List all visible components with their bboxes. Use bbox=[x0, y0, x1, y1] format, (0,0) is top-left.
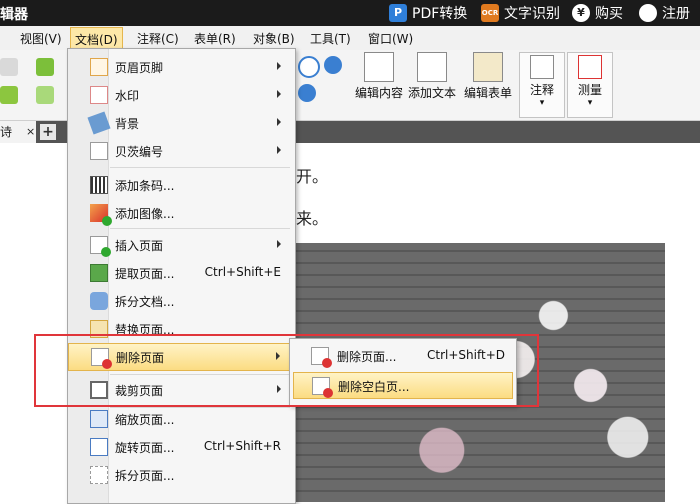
menu-comment[interactable]: 注释(C) bbox=[137, 30, 179, 47]
add-text-label: 添加文本 bbox=[407, 86, 456, 100]
menu-item-shortcut: Ctrl+Shift+E bbox=[204, 265, 281, 279]
comment-icon bbox=[530, 55, 554, 79]
plus-badge-icon bbox=[102, 216, 112, 226]
bates-number-icon bbox=[90, 142, 108, 160]
title-bar: 辑器 P PDF转换 OCR 文字识别 ¥ 购买 注册 bbox=[0, 0, 700, 26]
document-text-line: 来。 bbox=[296, 209, 329, 228]
menu-item-add-barcode[interactable]: 添加条码... bbox=[68, 172, 295, 198]
add-text-button[interactable]: 添加文本 bbox=[407, 52, 457, 101]
add-tab-button[interactable]: + bbox=[40, 124, 56, 140]
document-text-line: 开。 bbox=[296, 167, 329, 186]
measure-label: 测量 bbox=[577, 83, 602, 97]
comment-button[interactable]: 注释 ▾ bbox=[519, 52, 565, 118]
header-footer-icon bbox=[90, 58, 108, 76]
zoom-out-icon[interactable] bbox=[324, 56, 342, 74]
menu-tools[interactable]: 工具(T) bbox=[310, 30, 351, 47]
barcode-icon bbox=[90, 176, 108, 194]
yen-icon: ¥ bbox=[572, 4, 590, 22]
extract-page-icon bbox=[90, 264, 108, 282]
menu-item-add-image[interactable]: 添加图像... bbox=[68, 200, 295, 226]
list-icon[interactable] bbox=[0, 58, 18, 76]
ocr-button[interactable]: OCR 文字识别 bbox=[481, 2, 560, 24]
menu-item-header-footer[interactable]: 页眉页脚 bbox=[68, 54, 295, 80]
menu-object[interactable]: 对象(B) bbox=[253, 30, 295, 47]
document-menu: 页眉页脚 水印 背景 贝茨编号 添加条码... 添加图像... 插入页面 提取页… bbox=[67, 48, 296, 504]
menu-form[interactable]: 表单(R) bbox=[194, 30, 236, 47]
app-title: 辑器 bbox=[0, 7, 28, 23]
insert-page-icon bbox=[90, 236, 111, 257]
document-tab-label: 诗 bbox=[0, 125, 13, 139]
pdf-convert-label: PDF转换 bbox=[412, 6, 468, 22]
buy-button[interactable]: ¥ 购买 bbox=[572, 2, 623, 24]
menu-item-bates-number[interactable]: 贝茨编号 bbox=[68, 138, 295, 164]
menu-item-label: 背景 bbox=[115, 117, 140, 131]
menu-item-watermark[interactable]: 水印 bbox=[68, 82, 295, 108]
menu-item-insert-page[interactable]: 插入页面 bbox=[68, 232, 295, 258]
measure-icon bbox=[578, 55, 602, 79]
menu-item-label: 添加条码... bbox=[115, 179, 175, 193]
menu-item-label: 插入页面 bbox=[115, 239, 164, 253]
plus-badge-icon bbox=[101, 247, 111, 257]
document-tab[interactable]: 诗 × bbox=[0, 121, 36, 143]
menu-item-label: 拆分页面... bbox=[115, 469, 175, 483]
menu-item-label: 添加图像... bbox=[115, 207, 175, 221]
edit-form-button[interactable]: 编辑表单 bbox=[462, 52, 514, 101]
annotation-highlight-box bbox=[34, 334, 539, 407]
menu-item-shortcut: Ctrl+Shift+R bbox=[203, 439, 281, 453]
submenu-arrow-icon bbox=[277, 90, 281, 98]
submenu-arrow-icon bbox=[277, 146, 281, 154]
menu-window[interactable]: 窗口(W) bbox=[368, 30, 413, 47]
menu-separator bbox=[110, 228, 290, 229]
menu-item-label: 拆分文档... bbox=[115, 295, 175, 309]
edit-content-button[interactable]: 编辑内容 bbox=[354, 52, 404, 101]
menu-item-label: 旋转页面... bbox=[115, 441, 175, 455]
menu-item-label: 提取页面... bbox=[115, 267, 175, 281]
ocr-label: 文字识别 bbox=[504, 6, 560, 22]
arrow-icon[interactable] bbox=[0, 86, 18, 104]
comment-dropdown-icon[interactable]: ▾ bbox=[524, 98, 560, 108]
watermark-icon bbox=[90, 86, 108, 104]
register-label: 注册 bbox=[662, 6, 690, 22]
comment-label: 注释 bbox=[529, 83, 554, 97]
measure-button[interactable]: 测量 ▾ bbox=[567, 52, 613, 118]
measure-dropdown-icon[interactable]: ▾ bbox=[572, 98, 608, 108]
menu-item-scale-page[interactable]: 缩放页面... bbox=[68, 406, 295, 432]
edit-content-icon bbox=[364, 52, 394, 82]
menu-separator bbox=[110, 167, 290, 168]
add-image-icon bbox=[90, 204, 112, 226]
close-icon[interactable]: × bbox=[26, 121, 35, 143]
menu-item-label: 缩放页面... bbox=[115, 413, 175, 427]
submenu-arrow-icon bbox=[277, 118, 281, 126]
menu-item-label: 水印 bbox=[115, 89, 140, 103]
menu-item-background[interactable]: 背景 bbox=[68, 110, 295, 136]
menu-item-extract-page[interactable]: 提取页面... Ctrl+Shift+E bbox=[68, 260, 295, 286]
zoom-fit-icon[interactable] bbox=[298, 84, 316, 102]
menu-item-split-document[interactable]: 拆分文档... bbox=[68, 288, 295, 314]
user-icon bbox=[639, 4, 657, 22]
edit-form-label: 编辑表单 bbox=[463, 86, 512, 100]
edit-form-icon bbox=[473, 52, 503, 82]
pdf-convert-icon: P bbox=[389, 4, 407, 22]
add-text-icon bbox=[417, 52, 447, 82]
back-icon[interactable] bbox=[36, 58, 54, 76]
background-icon bbox=[87, 111, 111, 135]
menu-item-label: 页眉页脚 bbox=[115, 61, 164, 75]
submenu-arrow-icon bbox=[277, 240, 281, 248]
zoom-in-icon[interactable] bbox=[298, 56, 320, 78]
menu-view[interactable]: 视图(V) bbox=[20, 30, 62, 47]
menu-item-rotate-page[interactable]: 旋转页面... Ctrl+Shift+R bbox=[68, 434, 295, 460]
edit-content-label: 编辑内容 bbox=[354, 86, 403, 100]
menu-item-label: 贝茨编号 bbox=[115, 145, 164, 159]
buy-label: 购买 bbox=[595, 6, 623, 22]
register-button[interactable]: 注册 bbox=[639, 2, 690, 24]
ocr-icon: OCR bbox=[481, 4, 499, 22]
split-document-icon bbox=[90, 292, 108, 310]
forward-icon[interactable] bbox=[36, 86, 54, 104]
scale-page-icon bbox=[90, 410, 108, 428]
rotate-page-icon bbox=[90, 438, 108, 456]
menu-item-split-page[interactable]: 拆分页面... bbox=[68, 462, 295, 488]
pdf-convert-button[interactable]: P PDF转换 bbox=[389, 2, 467, 24]
split-page-icon bbox=[90, 466, 108, 484]
submenu-arrow-icon bbox=[277, 62, 281, 70]
